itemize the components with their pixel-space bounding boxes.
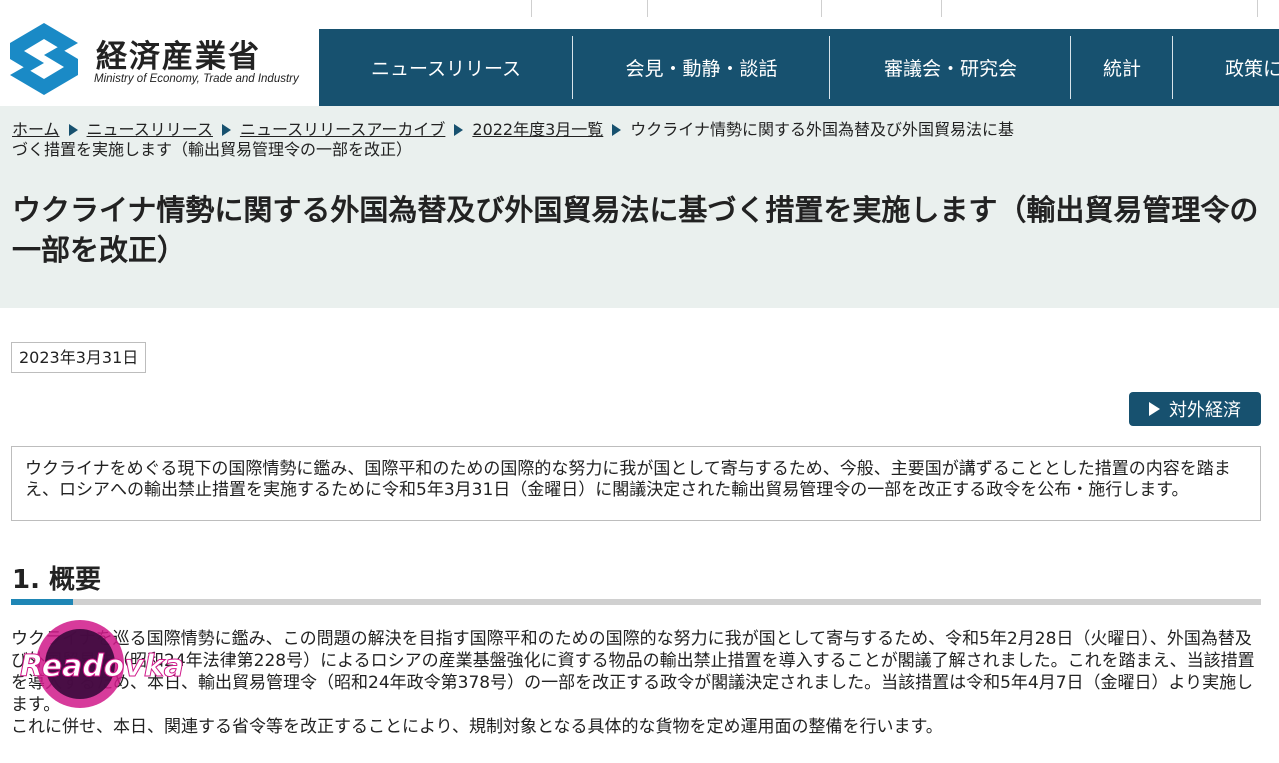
breadcrumb-link-news[interactable]: ニュースリリース bbox=[87, 120, 213, 139]
tag-triangle-icon bbox=[1149, 402, 1160, 416]
breadcrumb-arrow-icon bbox=[68, 124, 78, 136]
meti-logo-icon bbox=[10, 23, 78, 95]
nav-item-press-conference[interactable]: 会見・動静・談話 bbox=[573, 29, 830, 106]
category-tag-label: 対外経済 bbox=[1169, 400, 1241, 421]
breadcrumb-link-archive[interactable]: ニュースリリースアーカイブ bbox=[240, 120, 445, 139]
nav-item-label: 会見・動静・談話 bbox=[625, 58, 778, 80]
watermark-text: Readovka bbox=[20, 649, 184, 684]
category-tag-button[interactable]: 対外経済 bbox=[1129, 392, 1261, 426]
utility-divider bbox=[531, 0, 532, 17]
breadcrumb-arrow-icon bbox=[221, 124, 231, 136]
breadcrumb-arrow-icon bbox=[612, 124, 622, 136]
summary-box: ウクライナをめぐる現下の国際情勢に鑑み、国際平和のための国際的な努力に我が国とし… bbox=[11, 446, 1261, 521]
site-logo[interactable]: 経済産業省 Ministry of Economy, Trade and Ind… bbox=[8, 21, 308, 97]
section-underline-accent bbox=[11, 599, 73, 605]
section-underline bbox=[11, 599, 1261, 605]
section-heading: 1. 概要 bbox=[12, 565, 102, 595]
logo-english-name: Ministry of Economy, Trade and Industry bbox=[94, 73, 299, 85]
page-title: ウクライナ情勢に関する外国為替及び外国貿易法に基づく措置を実施します（輸出貿易管… bbox=[12, 193, 1259, 267]
body-paragraph: これに併せ、本日、関連する省令等を改正することにより、規制対象となる具体的な貨物… bbox=[11, 717, 943, 737]
utility-strip bbox=[0, 0, 1279, 17]
readovka-watermark: Readovka bbox=[20, 620, 185, 708]
breadcrumb-arrow-icon bbox=[454, 124, 464, 136]
global-nav: ニュースリリース 会見・動静・談話 審議会・研究会 統計 政策に bbox=[319, 29, 1279, 106]
utility-divider bbox=[821, 0, 822, 17]
nav-item-label: 統計 bbox=[1102, 58, 1141, 80]
nav-item-label: 審議会・研究会 bbox=[883, 58, 1017, 80]
title-band: ホーム ニュースリリース ニュースリリースアーカイブ 2022年度3月一覧ウクライナ情… bbox=[0, 106, 1279, 308]
nav-item-news-release[interactable]: ニュースリリース bbox=[319, 29, 573, 106]
nav-item-councils[interactable]: 審議会・研究会 bbox=[830, 29, 1071, 106]
breadcrumb: ホーム ニュースリリース ニュースリリースアーカイブ 2022年度3月一覧 ウクライナ情… bbox=[12, 120, 1022, 160]
utility-divider bbox=[1257, 0, 1258, 17]
nav-item-statistics[interactable]: 統計 bbox=[1071, 29, 1173, 106]
utility-divider bbox=[647, 0, 648, 17]
publish-date: 2023年3月31日 bbox=[11, 342, 147, 373]
nav-item-label: ニュースリリース bbox=[370, 58, 522, 80]
breadcrumb-link-home[interactable]: ホーム bbox=[12, 120, 60, 139]
logo-japanese-name: 経済産業省 bbox=[96, 39, 261, 75]
utility-divider bbox=[941, 0, 942, 17]
site-header: 経済産業省 Ministry of Economy, Trade and Ind… bbox=[0, 17, 1279, 106]
nav-item-policy[interactable]: 政策に bbox=[1173, 29, 1279, 106]
nav-item-label: 政策に bbox=[1225, 58, 1279, 80]
breadcrumb-link-month[interactable]: 2022年度3月一覧 bbox=[472, 120, 603, 139]
